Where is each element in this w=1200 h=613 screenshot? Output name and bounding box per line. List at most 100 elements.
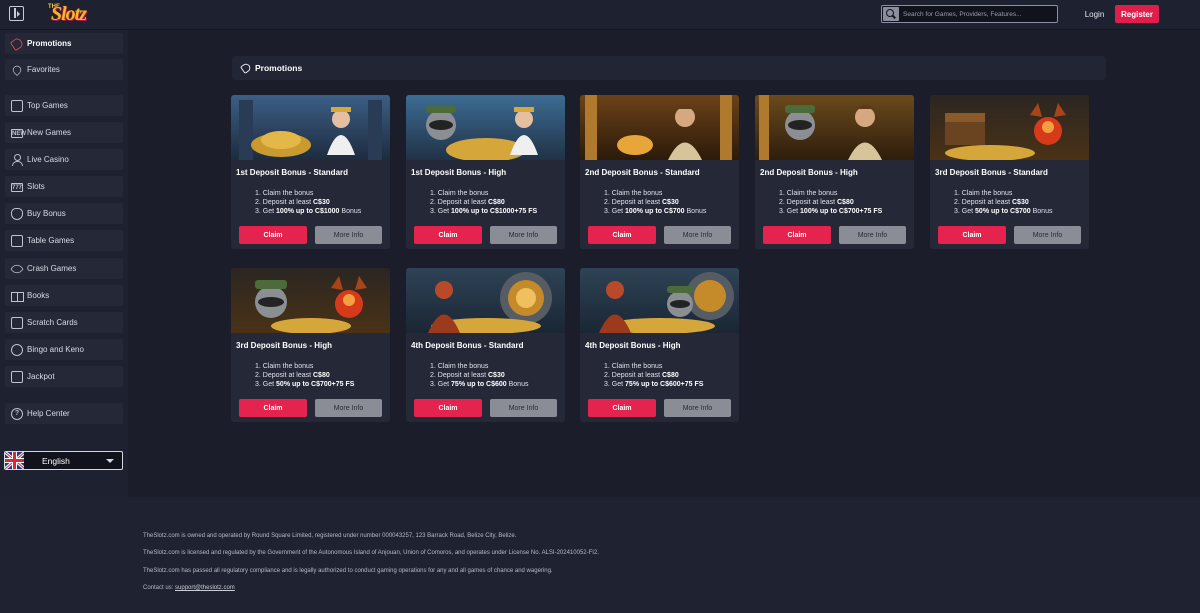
claim-button[interactable]: Claim [588, 226, 656, 244]
more-info-button[interactable]: More Info [315, 226, 382, 244]
tag-icon [240, 62, 252, 74]
promo-card: 2nd Deposit Bonus - Standard 1. Claim th… [580, 95, 739, 249]
contact-label: Contact us: [143, 585, 176, 591]
promo-steps: 1. Claim the bonus 2. Deposit at least C… [430, 189, 537, 216]
promo-card-title: 4th Deposit Bonus - Standard [411, 341, 524, 350]
step-item: 3. Get 100% up to C$700+75 FS [779, 208, 883, 215]
step-item: 3. Get 75% up to C$600 Bonus [430, 381, 529, 388]
sidebar-item-favorites[interactable]: Favorites [5, 59, 123, 80]
sidebar-item-label: Bingo and Keno [27, 345, 84, 354]
step-item: 2. Deposit at least C$80 [430, 199, 505, 206]
promo-image-warrior-raccoon[interactable] [580, 268, 739, 333]
step-item: 3. Get 50% up to C$700 Bonus [954, 208, 1053, 215]
language-label: English [42, 455, 70, 466]
person-icon [11, 153, 23, 166]
search-icon[interactable] [883, 7, 899, 21]
login-button[interactable]: Login [1078, 5, 1111, 23]
claim-button[interactable]: Claim [763, 226, 831, 244]
step-item: 1. Claim the bonus [255, 363, 314, 370]
sidebar-item-label: Crash Games [27, 264, 77, 273]
step-item: 3. Get 100% up to C$1000+75 FS [430, 208, 538, 215]
more-info-button[interactable]: More Info [664, 399, 731, 417]
sidebar-toggle-icon[interactable] [9, 6, 24, 21]
claim-button[interactable]: Claim [414, 226, 482, 244]
sidebar-item-label: Top Games [27, 101, 68, 110]
promo-card: 1st Deposit Bonus - High 1. Claim the bo… [406, 95, 565, 249]
step-item: 1. Claim the bonus [430, 363, 489, 370]
sidebar-item-label: Table Games [27, 236, 75, 245]
step-item: 2. Deposit at least C$80 [255, 372, 330, 379]
language-select[interactable]: English [4, 451, 123, 470]
promo-steps: 1. Claim the bonus 2. Deposit at least C… [954, 189, 1052, 216]
claim-button[interactable]: Claim [239, 399, 307, 417]
promo-card-title: 2nd Deposit Bonus - Standard [585, 168, 700, 177]
rocket-icon [10, 261, 24, 276]
promo-image-explorer[interactable] [580, 95, 739, 160]
more-info-button[interactable]: More Info [490, 399, 557, 417]
bingo-icon [11, 343, 23, 356]
help-icon: ? [11, 407, 23, 420]
sidebar-item-bingo-keno[interactable]: Bingo and Keno [5, 339, 123, 360]
promo-card-title: 3rd Deposit Bonus - High [236, 341, 332, 350]
step-item: 2. Deposit at least C$30 [430, 372, 505, 379]
sidebar-item-top-games[interactable]: Top Games [5, 95, 123, 116]
sidebar-item-jackpot[interactable]: Jackpot [5, 366, 123, 387]
site-logo[interactable]: THE Slotz [47, 2, 91, 26]
promo-card-title: 2nd Deposit Bonus - High [760, 168, 858, 177]
book-icon [11, 290, 24, 302]
sidebar-item-books[interactable]: Books [5, 285, 123, 306]
footer-compliance-text: TheSlotz.com has passed all regulatory c… [143, 568, 553, 574]
scratch-icon [11, 316, 23, 329]
sidebar-item-slots[interactable]: 777 Slots [5, 176, 123, 197]
promo-image-zeus[interactable] [231, 95, 390, 160]
promo-image-raccoon-dragon[interactable] [231, 268, 390, 333]
claim-button[interactable]: Claim [239, 226, 307, 244]
sidebar-item-new-games[interactable]: NEW New Games [5, 122, 123, 143]
promo-card: 1st Deposit Bonus - Standard 1. Claim th… [231, 95, 390, 249]
step-item: 1. Claim the bonus [255, 190, 314, 197]
more-info-button[interactable]: More Info [1014, 226, 1081, 244]
sidebar-item-buy-bonus[interactable]: Buy Bonus [5, 203, 123, 224]
step-item: 1. Claim the bonus [954, 190, 1013, 197]
promo-image-dragon-chest[interactable] [930, 95, 1089, 160]
step-item: 1. Claim the bonus [430, 190, 489, 197]
sidebar-item-crash-games[interactable]: Crash Games [5, 258, 123, 279]
chart-icon [11, 99, 23, 112]
claim-button[interactable]: Claim [588, 399, 656, 417]
sidebar-item-live-casino[interactable]: Live Casino [5, 149, 123, 170]
promo-image-raccoon-zeus[interactable] [406, 95, 565, 160]
new-icon: NEW [11, 129, 26, 138]
promo-card: 3rd Deposit Bonus - High 1. Claim the bo… [231, 268, 390, 422]
sidebar-item-label: Buy Bonus [27, 209, 66, 218]
more-info-button[interactable]: More Info [490, 226, 557, 244]
sidebar-item-promotions[interactable]: Promotions [5, 33, 123, 54]
register-button[interactable]: Register [1115, 5, 1159, 23]
bag-icon [11, 207, 23, 220]
footer: TheSlotz.com is owned and operated by Ro… [0, 497, 1200, 613]
claim-button[interactable]: Claim [938, 226, 1006, 244]
promo-steps: 1. Claim the bonus 2. Deposit at least C… [604, 362, 703, 389]
search-input[interactable] [903, 7, 1055, 21]
step-item: 3. Get 100% up to C$1000 Bonus [255, 208, 362, 215]
support-email-link[interactable]: support@theslotz.com [175, 585, 235, 591]
more-info-button[interactable]: More Info [839, 226, 906, 244]
logo-wordmark: Slotz [51, 3, 87, 25]
sidebar-item-label: Help Center [27, 409, 70, 418]
step-item: 2. Deposit at least C$80 [779, 199, 854, 206]
slots-icon: 777 [11, 183, 23, 192]
promo-card-title: 3rd Deposit Bonus - Standard [935, 168, 1048, 177]
promo-card: 4th Deposit Bonus - Standard 1. Claim th… [406, 268, 565, 422]
step-item: 1. Claim the bonus [779, 190, 838, 197]
sidebar-item-help-center[interactable]: ? Help Center [5, 403, 123, 424]
sidebar-item-label: Favorites [27, 65, 60, 74]
promo-image-raccoon-explorer[interactable] [755, 95, 914, 160]
sidebar-item-scratch-cards[interactable]: Scratch Cards [5, 312, 123, 333]
sidebar-item-table-games[interactable]: Table Games [5, 230, 123, 251]
more-info-button[interactable]: More Info [664, 226, 731, 244]
step-item: 2. Deposit at least C$80 [604, 372, 679, 379]
sidebar-item-label: Live Casino [27, 155, 69, 164]
promo-image-warrior-vault[interactable] [406, 268, 565, 333]
promo-steps: 1. Claim the bonus 2. Deposit at least C… [430, 362, 528, 389]
claim-button[interactable]: Claim [414, 399, 482, 417]
more-info-button[interactable]: More Info [315, 399, 382, 417]
